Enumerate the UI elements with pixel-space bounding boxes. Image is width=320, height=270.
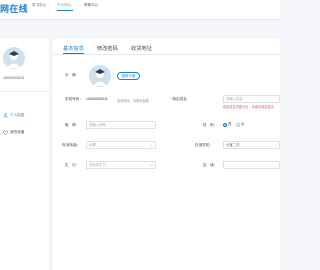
grade-selected-value: 小学 [89, 143, 96, 147]
avatar-label: 头 像： [65, 73, 80, 77]
sidebar-phone: 15000000011 [3, 76, 25, 80]
sidebar-item-favorites[interactable]: 我的收藏 [3, 130, 24, 135]
nav-learning-center[interactable]: 学习中心 [32, 3, 46, 8]
school-label: 在读学校： [195, 143, 213, 147]
top-navigation-bar: 网在线 学习中心 个人中心 帮助中心 [0, 0, 280, 20]
chevron-down-icon: ⌄ [273, 143, 277, 147]
profile-panel: 基本信息 修改密码 收货地址 头 像： 更换头像 手机号码： 150000000… [53, 39, 280, 270]
profile-avatar [89, 65, 111, 87]
sidebar: 15000000011 个人信息 我的收藏 [0, 39, 50, 270]
change-avatar-button[interactable]: 更换头像 [117, 72, 140, 80]
gender-label: 性 别： [203, 123, 218, 127]
gender-male-radio[interactable]: 男 [223, 122, 232, 127]
school-selected-value: 七宝二中 [226, 143, 240, 147]
real-name-error: 真实姓名不能为空，请填写真实姓名 [223, 105, 274, 109]
site-logo[interactable]: 网在线 [0, 2, 28, 15]
birthday-label: 生 日： [65, 163, 80, 167]
grade-label: *在读年级： [61, 143, 81, 147]
radio-checked-icon [223, 122, 227, 127]
sidebar-item-label: 个人信息 [10, 113, 25, 117]
gender-female-label: 女 [241, 122, 245, 126]
gender-male-label: 男 [228, 122, 232, 126]
nav-help-center[interactable]: 帮助中心 [84, 3, 98, 8]
tab-shipping-address[interactable]: 收货地址 [131, 45, 152, 52]
nickname-input[interactable]: 请输入昵称 [86, 121, 156, 129]
phone-label: 手机号码： [65, 97, 83, 101]
birthday-placeholder: 请选择生日 [89, 163, 106, 167]
region-select[interactable] [223, 161, 280, 169]
calendar-icon: ▭ [149, 163, 153, 167]
user-icon [3, 113, 8, 118]
tab-change-password[interactable]: 修改密码 [97, 45, 118, 52]
school-select[interactable]: 七宝二中 ⌄ [223, 141, 280, 149]
real-name-label: *真实姓名： [171, 97, 191, 101]
phone-value: 15000000011 [86, 97, 108, 101]
gender-female-radio[interactable]: 女 [236, 122, 245, 127]
tab-basic-info[interactable]: 基本信息 [63, 45, 84, 52]
region-label: 区 域： [203, 163, 218, 167]
sidebar-divider [0, 91, 50, 92]
phone-hint: 若需修改，请联系客服 [117, 98, 149, 103]
sidebar-item-label: 我的收藏 [10, 130, 25, 134]
tab-divider [53, 54, 280, 55]
chevron-down-icon: ⌄ [149, 143, 153, 147]
birthday-picker[interactable]: 请选择生日 ▭ [86, 161, 156, 169]
avatar [3, 47, 25, 69]
grade-select[interactable]: 小学 ⌄ [86, 141, 156, 149]
nav-personal-center[interactable]: 个人中心 [57, 3, 71, 8]
radio-unchecked-icon [236, 122, 240, 127]
nav-active-indicator [57, 10, 73, 11]
heart-icon [3, 130, 8, 135]
nickname-label: 昵 称： [65, 123, 80, 127]
sidebar-item-personal-info[interactable]: 个人信息 [3, 113, 24, 118]
real-name-input[interactable]: 请输入姓名 [223, 95, 280, 103]
